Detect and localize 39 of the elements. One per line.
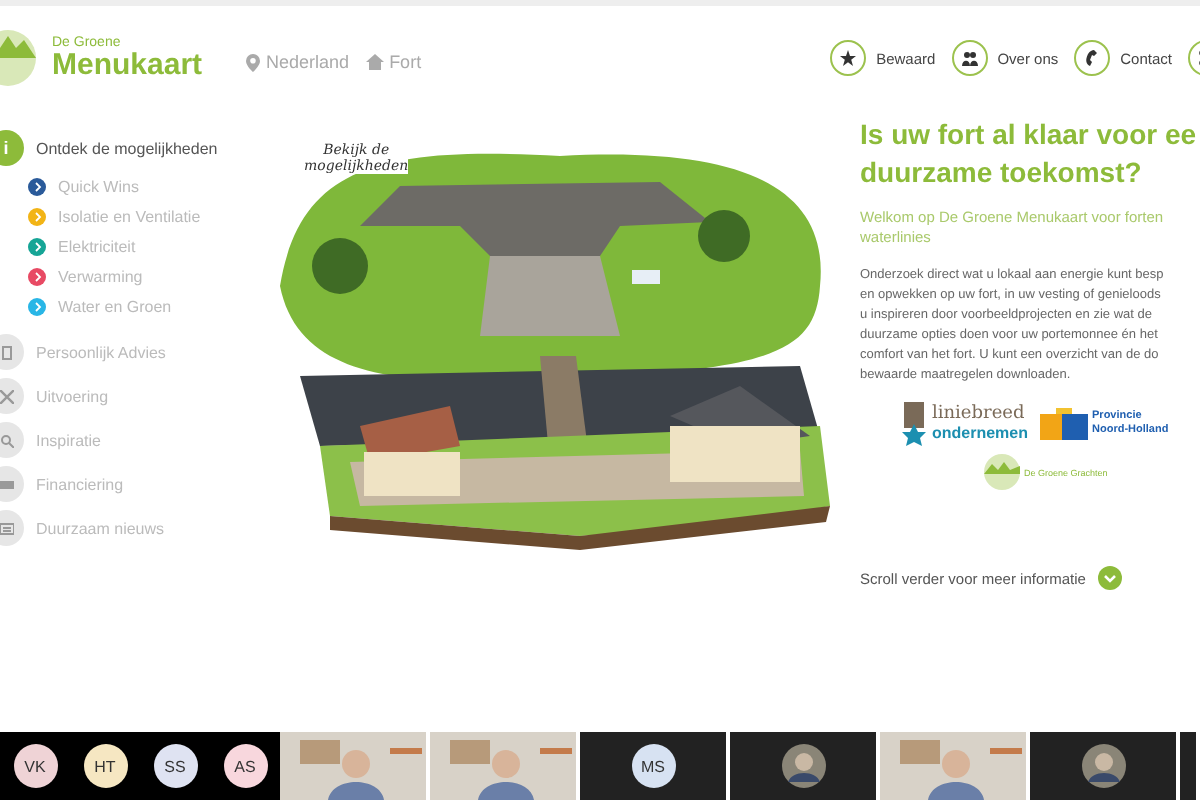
sidebar-link[interactable]: Persoonlijk Advies <box>36 343 166 361</box>
category-link[interactable]: Elektriciteit <box>58 237 136 255</box>
document-icon <box>0 345 13 359</box>
person-avatar-icon <box>781 744 825 788</box>
category-link[interactable]: Quick Wins <box>58 177 139 195</box>
sidebar-link[interactable]: Uitvoering <box>36 387 109 405</box>
province-emblem-icon <box>1040 408 1089 440</box>
person-avatar-icon <box>1081 744 1125 788</box>
phone-icon <box>1084 50 1101 66</box>
participant-tile <box>1180 732 1196 800</box>
info-badge: i <box>0 130 24 166</box>
home-icon <box>365 54 384 70</box>
breadcrumb-link[interactable]: Fort <box>389 52 422 72</box>
tower-icon <box>900 402 928 446</box>
category-link[interactable]: Isolatie en Ventilatie <box>58 207 201 225</box>
participant-avatar: MS <box>631 744 675 788</box>
logo-icon <box>984 454 1020 490</box>
participant-avatar: SS <box>153 744 197 788</box>
people-icon <box>961 50 978 66</box>
page-heading: Is uw fort al klaar voor ee duurzame toekomst? <box>860 116 1199 192</box>
sidebar-link[interactable]: Ontdek de mogelijkheden <box>36 139 218 157</box>
sidebar-link[interactable]: Inspiratie <box>36 431 101 449</box>
participant-avatar: HT <box>83 744 127 788</box>
star-icon <box>840 50 857 66</box>
sidebar-link[interactable]: Financiering <box>36 475 124 493</box>
category-link[interactable]: Water en Groen <box>58 297 172 315</box>
breadcrumb-link[interactable]: Nederland <box>266 52 350 72</box>
search-icon <box>0 433 13 447</box>
category-link[interactable]: Verwarming <box>58 267 143 285</box>
money-icon <box>0 477 13 491</box>
chevron-down-icon[interactable] <box>1097 566 1122 590</box>
newspaper-icon <box>0 521 13 535</box>
partner-logo-text: liniebreed ondernemen <box>932 406 1029 442</box>
participant-avatar: VK <box>13 744 57 788</box>
sidebar-link[interactable]: Duurzaam nieuws <box>36 519 165 537</box>
participant-avatar: AS <box>223 744 267 788</box>
location-pin-icon <box>246 53 261 71</box>
tools-icon <box>0 389 13 403</box>
brand-title: Menukaart <box>52 50 203 80</box>
